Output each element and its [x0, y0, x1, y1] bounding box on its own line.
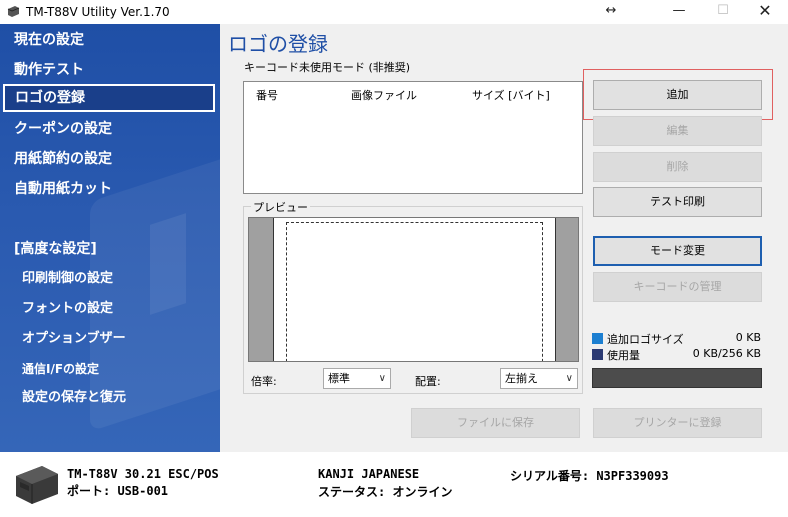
utility-window: TM-T88V Utility Ver.1.70 ↔ — ☐ ✕ 現在の設定 動… [0, 0, 788, 517]
layout-select-value: 左揃え [505, 372, 538, 385]
sidebar-item-current-settings[interactable]: 現在の設定 [0, 26, 220, 54]
sidebar-item-font-settings[interactable]: フォントの設定 [0, 295, 220, 323]
sidebar-section-advanced: [高度な設定] [14, 241, 97, 257]
preview-paper [273, 218, 556, 361]
chevron-down-icon: ∨ [565, 373, 573, 384]
scale-select-value: 標準 [328, 372, 350, 385]
sidebar: 現在の設定 動作テスト ロゴの登録 クーポンの設定 用紙節約の設定 自動用紙カッ… [0, 24, 220, 452]
used-swatch [592, 349, 603, 360]
sidebar-item-operation-test[interactable]: 動作テスト [0, 56, 220, 84]
scale-select[interactable]: 標準 ∨ [323, 368, 391, 389]
usage-bar [592, 368, 762, 388]
delete-button[interactable]: 削除 [593, 152, 762, 182]
mode-change-button[interactable]: モード変更 [593, 236, 762, 266]
sidebar-item-auto-cut[interactable]: 自動用紙カット [0, 175, 220, 203]
sidebar-item-save-restore[interactable]: 設定の保存と復元 [0, 384, 220, 412]
title-bar: TM-T88V Utility Ver.1.70 ↔ — ☐ ✕ [0, 0, 788, 24]
sidebar-item-logo-registration[interactable]: ロゴの登録 [3, 84, 215, 112]
added-logo-swatch [592, 333, 603, 344]
used-value: 0 KB/256 KB [692, 347, 761, 360]
scale-label: 倍率: [251, 375, 277, 388]
print-area-outline [286, 222, 543, 361]
sidebar-item-print-control[interactable]: 印刷制御の設定 [0, 265, 220, 293]
main-panel: ロゴの登録 キーコード未使用モード (非推奨) 番号 画像ファイル サイズ [バ… [220, 24, 788, 452]
serial-number: シリアル番号: N3PF339093 [510, 469, 669, 483]
window-title: TM-T88V Utility Ver.1.70 [26, 5, 170, 19]
resize-arrow-icon: ↔ [605, 3, 617, 18]
add-button[interactable]: 追加 [593, 80, 762, 110]
preview-group: プレビュー 倍率: 標準 ∨ 配置: 左揃え ∨ [243, 199, 583, 394]
sidebar-item-coupon-settings[interactable]: クーポンの設定 [0, 115, 220, 143]
maximize-button[interactable]: ☐ [700, 0, 746, 24]
register-printer-button[interactable]: プリンターに登録 [593, 408, 762, 438]
layout-label: 配置: [415, 375, 441, 388]
printer-icon [16, 466, 58, 504]
column-header-size[interactable]: サイズ [バイト] [472, 87, 550, 103]
column-header-number[interactable]: 番号 [256, 87, 278, 103]
mode-label: キーコード未使用モード (非推奨) [244, 61, 411, 74]
added-logo-value: 0 KB [735, 331, 761, 344]
printer-app-icon [7, 6, 20, 17]
printer-status: ステータス: オンライン [318, 485, 453, 499]
keycode-manage-button[interactable]: キーコードの管理 [593, 272, 762, 302]
sidebar-item-paper-saving[interactable]: 用紙節約の設定 [0, 145, 220, 173]
column-header-image-file[interactable]: 画像ファイル [351, 87, 417, 103]
page-title: ロゴの登録 [228, 32, 328, 56]
test-print-button[interactable]: テスト印刷 [593, 187, 762, 217]
preview-label: プレビュー [251, 199, 310, 215]
minimize-button[interactable]: — [656, 0, 702, 24]
logo-list[interactable]: 番号 画像ファイル サイズ [バイト] [243, 81, 583, 194]
sidebar-item-interface-settings[interactable]: 通信I/Fの設定 [0, 355, 220, 383]
sidebar-item-option-buzzer[interactable]: オプションブザー [0, 325, 220, 353]
chevron-down-icon: ∨ [378, 373, 386, 384]
layout-select[interactable]: 左揃え ∨ [500, 368, 578, 389]
status-area: TM-T88V 30.21 ESC/POS ポート: USB-001 KANJI… [0, 452, 788, 517]
preview-area [248, 217, 579, 362]
used-label: 使用量 [607, 349, 640, 362]
close-button[interactable]: ✕ [742, 0, 788, 24]
printer-model: TM-T88V 30.21 ESC/POS [67, 467, 219, 481]
edit-button[interactable]: 編集 [593, 116, 762, 146]
printer-font: KANJI JAPANESE [318, 467, 420, 481]
save-file-button[interactable]: ファイルに保存 [411, 408, 580, 438]
printer-port: ポート: USB-001 [67, 484, 169, 498]
